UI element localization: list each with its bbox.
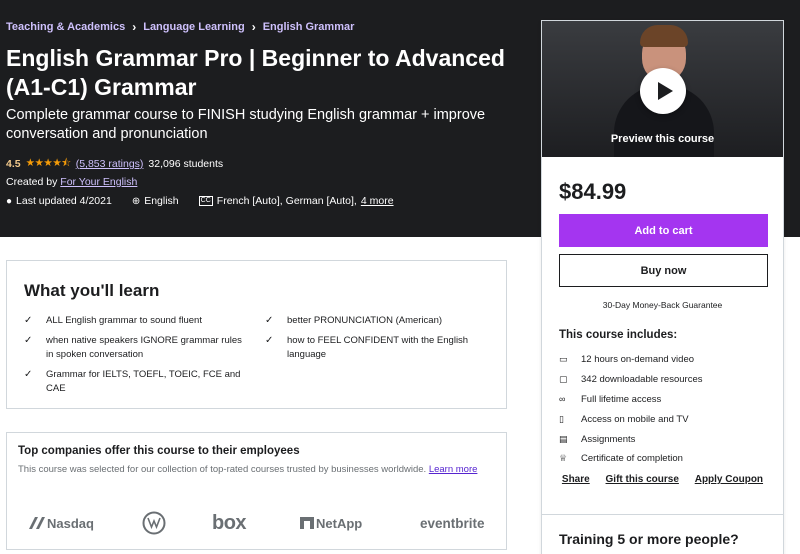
list-item: ∞ Full lifetime access	[559, 393, 662, 405]
company-logos: Nasdaq box NetApp eventbrite	[25, 508, 495, 538]
video-icon: ▭	[559, 354, 568, 365]
play-icon[interactable]	[640, 68, 686, 114]
breadcrumb-item-english-grammar[interactable]: English Grammar	[263, 21, 355, 33]
list-item: ▢ 342 downloadable resources	[559, 374, 703, 386]
chevron-right-icon: ›	[132, 20, 137, 34]
nasdaq-logo: Nasdaq	[27, 508, 94, 538]
assignment-icon: ▤	[559, 433, 568, 444]
learn-heading: What you'll learn	[24, 281, 160, 300]
chevron-right-icon: ›	[251, 20, 256, 34]
volkswagen-logo	[142, 508, 166, 538]
includes-list: ▭ 12 hours on-demand video ▢ 342 downloada…	[559, 350, 702, 469]
volkswagen-icon	[142, 511, 166, 535]
last-updated: Last updated 4/2021	[16, 195, 112, 207]
divider	[542, 514, 783, 515]
companies-heading: Top companies offer this course to their…	[18, 445, 300, 457]
list-item: ✓ better PRONUNCIATION (American)	[265, 315, 443, 326]
what-you-will-learn: What you'll learn ✓ ALL English grammar t…	[6, 260, 507, 409]
list-item: ♕ Certificate of completion	[559, 453, 683, 465]
file-icon: ▢	[559, 374, 568, 385]
check-icon: ✓	[24, 315, 33, 326]
rating-row: 4.5 ★★★★⯪ (5,853 ratings) 32,096 student…	[6, 155, 223, 173]
learn-more-link[interactable]: Learn more	[429, 464, 478, 475]
ratings-count-link[interactable]: (5,853 ratings)	[76, 158, 144, 170]
list-item: ▯ Access on mobile and TV	[559, 413, 689, 425]
buy-now-button[interactable]: Buy now	[559, 254, 768, 287]
gift-course-link[interactable]: Gift this course	[606, 474, 679, 485]
includes-heading: This course includes:	[559, 329, 678, 341]
course-language: English	[144, 195, 179, 207]
check-icon: ✓	[265, 315, 274, 326]
check-icon: ✓	[24, 335, 33, 346]
training-heading: Training 5 or more people?	[559, 531, 739, 547]
list-item: ▤ Assignments	[559, 433, 636, 445]
infinity-icon: ∞	[559, 394, 566, 405]
rating-value: 4.5	[6, 158, 21, 170]
card-actions: Share Gift this course Apply Coupon	[542, 474, 783, 485]
star-rating-icon: ★★★★⯪	[25, 157, 72, 169]
course-preview[interactable]: Preview this course	[542, 21, 783, 157]
netapp-logo: NetApp	[300, 508, 362, 538]
captions-languages: French [Auto], German [Auto],	[216, 195, 357, 207]
captions-icon: CC	[198, 196, 213, 206]
companies-text: This course was selected for our collect…	[18, 464, 478, 475]
box-logo: box	[212, 511, 247, 534]
breadcrumb-item-teaching[interactable]: Teaching & Academics	[6, 21, 125, 33]
globe-icon: ⊕	[131, 195, 141, 207]
top-companies: Top companies offer this course to their…	[6, 432, 507, 550]
course-meta: ● Last updated 4/2021 ⊕ English CC Frenc…	[6, 195, 394, 207]
list-item: ▭ 12 hours on-demand video	[559, 354, 695, 366]
list-item: ✓ Grammar for IELTS, TOEFL, TOEIC, FCE an…	[24, 369, 241, 394]
nasdaq-mark-icon	[29, 517, 45, 529]
check-icon: ✓	[265, 335, 274, 346]
add-to-cart-button[interactable]: Add to cart	[559, 214, 768, 247]
breadcrumb-item-language-learning[interactable]: Language Learning	[143, 21, 244, 33]
captions-more-link[interactable]: 4 more	[361, 195, 394, 207]
alert-icon: ●	[6, 195, 13, 207]
list-item: ✓ how to FEEL CONFIDENT with the English …	[265, 335, 469, 360]
learn-column-right: ✓ better PRONUNCIATION (American) ✓ how to…	[265, 314, 485, 368]
check-icon: ✓	[24, 369, 33, 380]
created-by-label: Created by	[6, 176, 58, 188]
purchase-card: Preview this course $84.99 Add to cart B…	[541, 20, 784, 554]
students-count: 32,096 students	[148, 158, 224, 170]
list-item: ✓ when native speakers IGNORE grammar rul…	[24, 335, 242, 360]
course-price: $84.99	[559, 179, 627, 204]
apply-coupon-link[interactable]: Apply Coupon	[695, 474, 763, 485]
mobile-icon: ▯	[559, 413, 564, 424]
preview-label[interactable]: Preview this course	[542, 133, 783, 145]
created-by: Created by For Your English	[6, 176, 137, 188]
trophy-icon: ♕	[559, 453, 568, 464]
course-title: English Grammar Pro | Beginner to Advanc…	[6, 45, 505, 100]
breadcrumb: Teaching & Academics › Language Learning…	[6, 20, 354, 34]
eventbrite-logo: eventbrite	[420, 515, 485, 531]
instructor-link[interactable]: For Your English	[60, 176, 137, 188]
learn-column-left: ✓ ALL English grammar to sound fluent ✓ wh…	[24, 314, 244, 402]
list-item: ✓ ALL English grammar to sound fluent	[24, 315, 202, 326]
course-subtitle: Complete grammar course to FINISH studyi…	[6, 107, 486, 142]
netapp-mark-icon	[300, 517, 314, 529]
money-back-guarantee: 30-Day Money-Back Guarantee	[602, 300, 723, 310]
share-link[interactable]: Share	[562, 474, 590, 485]
